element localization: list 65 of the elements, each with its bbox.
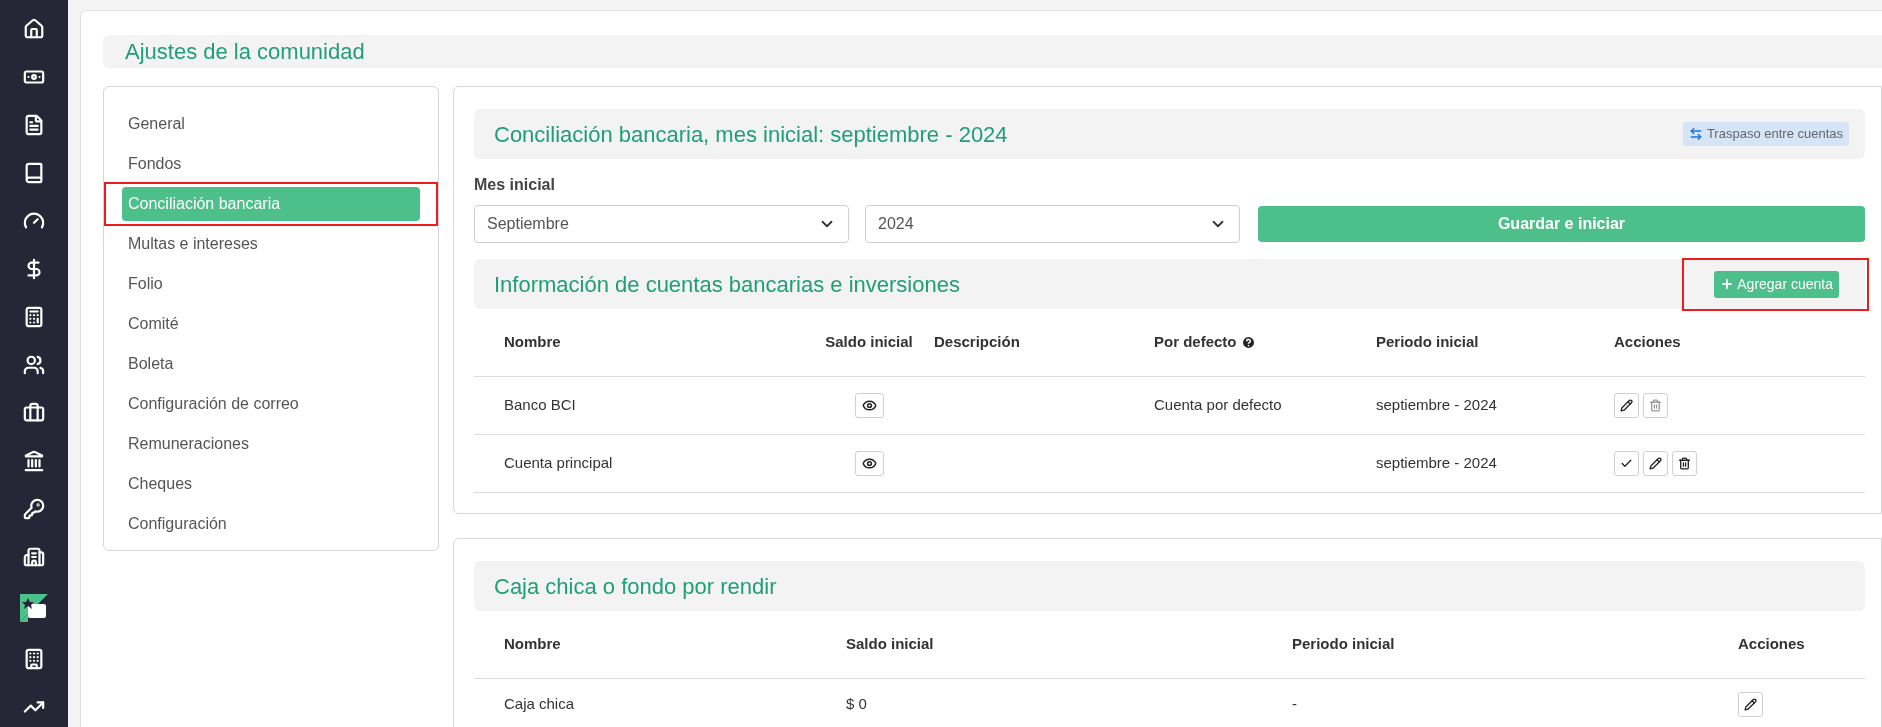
edit-button[interactable] [1614, 393, 1639, 418]
settings-menu-item[interactable]: Fondos [122, 147, 420, 181]
fund-name: Caja chica [504, 694, 575, 712]
section-title: Conciliación bancaria, mes inicial: septiembre - 2024 [494, 120, 1008, 149]
account-name: Cuenta principal [504, 454, 613, 472]
settings-menu-item[interactable]: Cheques [122, 467, 420, 501]
transfer-button[interactable]: Traspaso entre cuentas [1682, 122, 1849, 146]
column-header: Saldo inicial [846, 635, 934, 653]
view-balance-button[interactable] [854, 451, 884, 476]
calculator-icon[interactable] [23, 306, 45, 328]
column-header: Acciones [1614, 332, 1681, 353]
trash-icon [1649, 399, 1662, 412]
settings-menu-item[interactable]: Configuración de correo [122, 387, 420, 421]
account-name: Banco BCI [504, 396, 576, 414]
building-icon[interactable] [23, 648, 45, 670]
column-header: Nombre [504, 635, 561, 653]
logo-icon[interactable] [20, 594, 48, 622]
default-label: Cuenta por defecto [1154, 396, 1282, 414]
column-header: Saldo inicial [825, 332, 913, 353]
year-select[interactable]: 2024 [865, 205, 1240, 243]
edit-button[interactable] [1643, 451, 1668, 476]
help-icon[interactable] [1240, 335, 1256, 350]
check-button[interactable] [1614, 451, 1639, 476]
month-select[interactable]: Septiembre [474, 205, 849, 243]
column-header: Descripción [934, 332, 1020, 353]
pencil-icon [1744, 697, 1757, 711]
key-icon[interactable] [23, 498, 45, 520]
settings-menu-item[interactable]: Remuneraciones [122, 427, 420, 461]
users-icon[interactable] [23, 354, 45, 376]
settings-menu-item[interactable]: Multas e intereses [122, 227, 420, 261]
delete-button[interactable] [1672, 451, 1697, 476]
briefcase-icon[interactable] [23, 402, 45, 424]
swap-arrows-icon [1688, 127, 1703, 141]
field-label: Mes inicial [474, 175, 556, 195]
document-icon[interactable] [23, 114, 45, 136]
eye-icon [861, 456, 877, 471]
column-header: Periodo inicial [1376, 332, 1479, 353]
settings-menu-item[interactable]: Comité [122, 307, 420, 341]
home-icon[interactable] [23, 18, 45, 40]
edit-button[interactable] [1738, 691, 1763, 717]
book-icon[interactable] [23, 162, 45, 184]
check-icon [1620, 457, 1633, 470]
eye-icon [861, 398, 877, 413]
start-period: septiembre - 2024 [1376, 454, 1497, 472]
section-title: Caja chica o fondo por rendir [494, 572, 777, 601]
settings-menu-item[interactable]: Folio [122, 267, 420, 301]
section-title: Información de cuentas bancarias e inversiones [494, 270, 960, 299]
plus-icon [1720, 277, 1735, 291]
column-header: Periodo inicial [1292, 635, 1395, 653]
trash-icon [1678, 457, 1691, 470]
column-header: Por defecto [1154, 332, 1237, 353]
bank-icon[interactable] [23, 450, 45, 472]
column-header: Acciones [1738, 635, 1805, 653]
settings-menu-item[interactable]: Boleta [122, 347, 420, 381]
settings-menu-item[interactable]: General [122, 107, 420, 141]
column-header: Nombre [504, 332, 561, 353]
start-period: septiembre - 2024 [1376, 396, 1497, 414]
start-period: - [1292, 694, 1297, 712]
building-icon[interactable] [23, 546, 45, 568]
settings-menu-item[interactable]: Configuración [122, 507, 420, 541]
view-balance-button[interactable] [854, 393, 884, 418]
fund-balance: $ 0 [846, 694, 867, 712]
pencil-icon [1620, 399, 1633, 412]
page-title: Ajustes de la comunidad [125, 38, 365, 66]
pencil-icon [1649, 457, 1662, 470]
